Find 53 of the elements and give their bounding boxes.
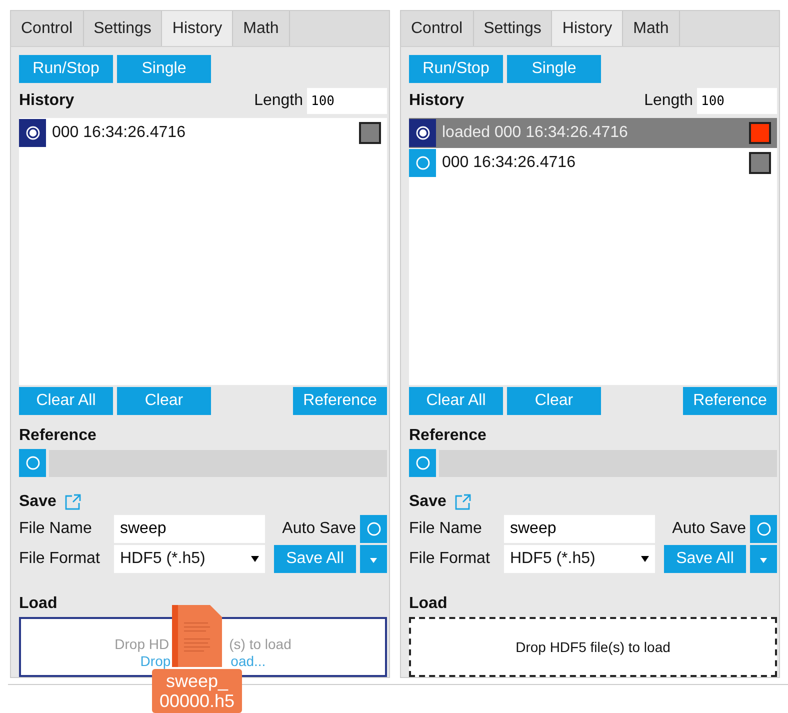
section-title: Load [409,595,448,613]
section-title: Save [19,493,56,511]
section-title: History [19,92,74,110]
field-label: Length [644,92,693,110]
section-title: Reference [409,427,488,445]
drop-hint: Drop HD [114,636,170,653]
drop-zone[interactable]: Drop HDF5 file(s) to load [409,617,777,677]
section-title: Load [19,595,58,613]
radio-button[interactable] [19,119,46,147]
field-label: File Format [19,550,101,568]
entry-label: 000 16:34:26.4716 [52,124,186,142]
external-link-icon[interactable] [454,493,472,511]
field-label: File Name [409,520,483,538]
field-label: Length [254,92,303,110]
tab[interactable]: History [552,11,624,46]
file-format-dropdown[interactable]: HDF5 (*.h5) [504,545,655,573]
color-swatch[interactable] [749,152,771,174]
save-options-button[interactable] [750,545,777,573]
length-field[interactable]: 100 [307,88,387,114]
caret-icon [370,558,377,563]
save-options-button[interactable] [360,545,387,573]
section-title: Save [409,493,446,511]
file-format-dropdown[interactable]: HDF5 (*.h5) [114,545,265,573]
entry-label: 000 16:34:26.4716 [442,154,576,172]
length-field[interactable]: 100 [697,88,777,114]
field-label: Auto Save [282,520,356,538]
history-entry[interactable]: 000 16:34:26.4716 [409,148,777,178]
caret-icon [760,558,767,563]
file-name-field[interactable]: sweep [504,515,655,543]
entry-label: loaded 000 16:34:26.4716 [442,124,629,142]
tab[interactable]: History [162,11,234,46]
file-name-label: sweep_ 00000.h5 [152,669,242,713]
dropdown-caret-icon [251,556,259,562]
history-entry[interactable]: 000 16:34:26.4716 [19,118,387,148]
dropdown-caret-icon [641,556,649,562]
drop-hint: (s) to load [229,636,292,653]
section-title: Reference [19,427,98,445]
auto-save-toggle[interactable] [750,515,777,543]
document-icon [172,605,222,667]
field-label: File Name [19,520,93,538]
section-title: History [409,92,464,110]
color-swatch[interactable] [749,122,771,144]
drop-hint: Drop HDF5 file(s) to load [516,639,670,655]
radio-button[interactable] [409,119,436,147]
field-label: File Format [409,550,491,568]
auto-save-toggle[interactable] [360,515,387,543]
field-label: Auto Save [672,520,746,538]
external-link-icon[interactable] [64,493,82,511]
color-swatch[interactable] [359,122,381,144]
radio-button[interactable] [409,449,436,477]
file-name-field[interactable]: sweep [114,515,265,543]
radio-button[interactable] [409,149,436,177]
radio-button[interactable] [19,449,46,477]
